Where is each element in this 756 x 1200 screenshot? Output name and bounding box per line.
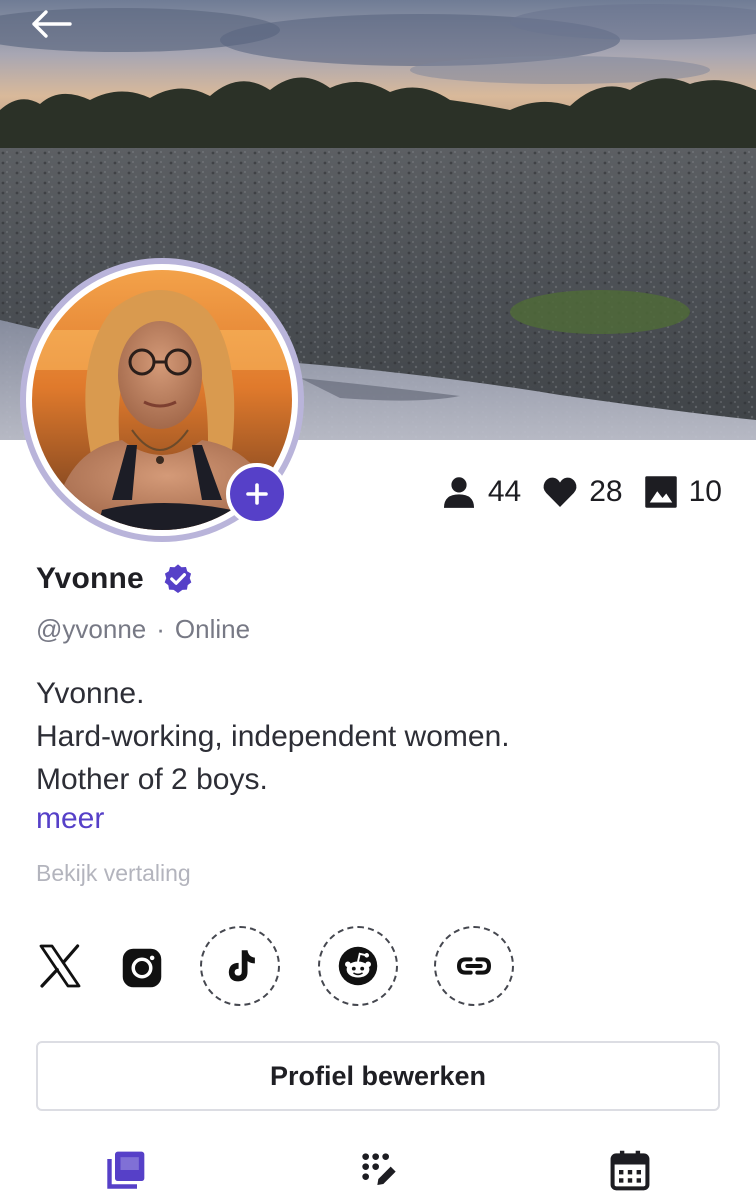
online-status: Online <box>174 614 251 644</box>
profile-handle: @yvonne <box>36 614 147 644</box>
back-button[interactable] <box>28 8 84 52</box>
reddit-link[interactable] <box>318 926 398 1006</box>
meta-separator: · <box>156 614 165 644</box>
tab-calendar[interactable] <box>606 1148 654 1192</box>
tiktok-link[interactable] <box>200 926 280 1006</box>
edit-profile-button[interactable]: Profiel bewerken <box>36 1041 720 1111</box>
stat-followers[interactable]: 44 <box>440 473 521 511</box>
x-link[interactable] <box>34 942 86 990</box>
x-icon <box>39 944 81 988</box>
social-links <box>30 924 550 1008</box>
website-link[interactable] <box>434 926 514 1006</box>
image-icon <box>644 476 677 508</box>
person-icon <box>443 477 474 508</box>
plus-icon <box>246 483 268 505</box>
read-more-link[interactable]: meer <box>36 802 104 836</box>
verified-badge-icon <box>164 564 192 593</box>
reddit-icon <box>338 946 378 986</box>
bio-line: Mother of 2 boys. <box>36 763 268 796</box>
tab-edit-grid[interactable] <box>355 1148 403 1192</box>
tiktok-icon <box>228 950 255 982</box>
add-story-button[interactable] <box>226 463 288 525</box>
media-count: 10 <box>688 475 722 508</box>
link-icon <box>456 957 492 975</box>
edit-grid-icon <box>362 1153 396 1185</box>
calendar-icon <box>610 1150 650 1191</box>
arrow-left-icon <box>32 10 72 38</box>
likes-count: 28 <box>589 475 623 508</box>
name-row: Yvonne <box>36 562 194 596</box>
translate-link[interactable]: Bekijk vertaling <box>36 860 191 887</box>
profile-meta: @yvonne · Online <box>36 614 250 645</box>
followers-count: 44 <box>487 475 522 508</box>
instagram-icon <box>122 948 162 988</box>
bio-line: Yvonne. <box>36 677 145 710</box>
heart-icon <box>543 477 577 508</box>
profile-stats: 44 28 10 <box>440 470 722 514</box>
tab-posts[interactable] <box>102 1148 150 1192</box>
bio-line: Hard-working, independent women. <box>36 720 510 753</box>
stat-media[interactable]: 10 <box>643 474 722 510</box>
profile-name: Yvonne <box>36 562 144 595</box>
instagram-link[interactable] <box>120 946 164 990</box>
posts-icon <box>107 1151 145 1189</box>
profile-bio: Yvonne. Hard-working, independent women.… <box>36 672 510 801</box>
stat-likes[interactable]: 28 <box>541 473 623 511</box>
